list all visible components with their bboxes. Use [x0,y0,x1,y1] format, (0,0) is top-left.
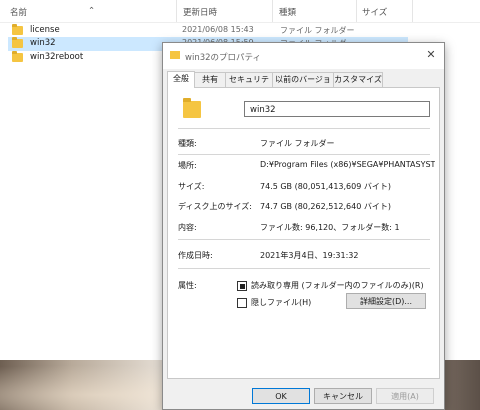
tab-sharing[interactable]: 共有 [194,72,226,87]
tab-security[interactable]: セキュリティ [225,72,273,98]
column-name[interactable]: 名前 [10,6,27,18]
column-header: ⌃ 名前 更新日時 種類 サイズ [0,0,480,23]
title-bar[interactable]: win32のプロパティ ✕ [163,43,444,69]
prop-label: ディスク上のサイズ: [178,202,252,211]
column-type[interactable]: 種類 [279,6,296,18]
disk-size-value: 74.7 GB (80,262,512,640 バイト) [260,202,391,211]
dialog-title: win32のプロパティ [185,53,262,63]
prop-value: ファイル フォルダー [260,139,335,148]
created-value: 2021年3月4日、19:31:32 [260,251,359,260]
folder-icon [183,98,201,118]
file-name: win32reboot [30,52,84,62]
readonly-label[interactable]: 読み取り専用 (フォルダー内のファイルのみ)(R) [251,280,424,291]
ok-button[interactable]: OK [252,388,310,404]
cancel-button[interactable]: キャンセル [314,388,372,404]
tab-customize[interactable]: カスタマイズ [333,72,383,87]
sort-caret-icon: ⌃ [88,6,96,16]
column-size[interactable]: サイズ [362,6,387,18]
tab-bar: 全般 共有 セキュリティ 以前のバージョン カスタマイズ [167,71,440,98]
list-item[interactable]: license 2021/06/08 15:43 ファイル フォルダー [8,24,408,38]
properties-dialog: win32のプロパティ ✕ 全般 共有 セキュリティ 以前のバージョン カスタマ… [162,42,445,410]
file-type: ファイル フォルダー [280,26,355,35]
apply-button[interactable]: 適用(A) [376,388,434,404]
general-panel: win32 種類: ファイル フォルダー 場所: D:¥Program File… [167,87,440,379]
tab-previous-versions[interactable]: 以前のバージョン [272,72,334,98]
prop-label: 内容: [178,223,197,232]
size-value: 74.5 GB (80,051,413,609 バイト) [260,182,391,191]
close-icon[interactable]: ✕ [424,48,438,62]
location-value: D:¥Program Files (x86)¥SEGA¥PHANTASYSTAR… [260,160,435,169]
folder-icon [170,51,180,59]
column-date[interactable]: 更新日時 [183,6,217,18]
hidden-checkbox[interactable] [237,298,247,308]
tab-general[interactable]: 全般 [167,71,195,88]
advanced-button[interactable]: 詳細設定(D)... [346,293,426,309]
prop-label: 作成日時: [178,251,213,260]
contents-value: ファイル数: 96,120、フォルダー数: 1 [260,223,400,232]
attributes-label: 属性: [178,281,197,290]
prop-label: サイズ: [178,182,205,191]
folder-icon [12,24,23,35]
folder-icon [12,37,23,48]
readonly-checkbox[interactable] [237,281,247,291]
file-name: win32 [30,38,56,48]
hidden-label[interactable]: 隠しファイル(H) [251,297,311,308]
prop-label: 種類: [178,139,197,148]
folder-name-input[interactable]: win32 [244,101,430,117]
file-name: license [30,25,60,35]
prop-label: 場所: [178,161,197,170]
file-date: 2021/06/08 15:43 [182,25,254,34]
folder-icon [12,51,23,62]
